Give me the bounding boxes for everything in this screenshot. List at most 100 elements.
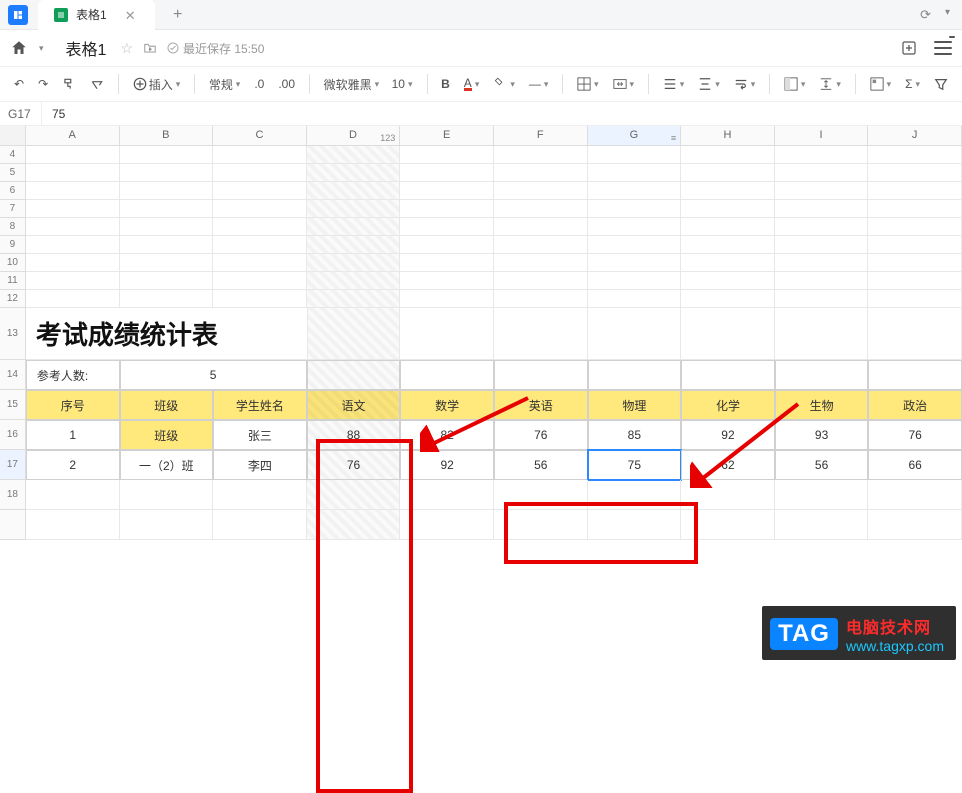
- row-header[interactable]: 12: [0, 290, 26, 308]
- align-h-button[interactable]: ▾: [659, 75, 689, 93]
- cell[interactable]: [400, 308, 494, 360]
- cell[interactable]: [681, 254, 775, 272]
- cell[interactable]: [307, 146, 401, 164]
- clear-format-button[interactable]: [86, 75, 108, 93]
- col-header-cell[interactable]: 英语: [494, 390, 588, 420]
- count-value[interactable]: 5: [120, 360, 307, 390]
- format-painter-button[interactable]: [58, 75, 80, 93]
- font-family-select[interactable]: 微软雅黑▾: [320, 74, 382, 95]
- cell[interactable]: [494, 510, 588, 540]
- data-cell[interactable]: 93: [775, 420, 869, 450]
- cell[interactable]: [775, 182, 869, 200]
- cell[interactable]: [868, 236, 962, 254]
- cell[interactable]: [681, 236, 775, 254]
- col-header-D[interactable]: D123: [307, 126, 401, 145]
- cell[interactable]: [120, 290, 214, 308]
- cell[interactable]: [775, 218, 869, 236]
- cell[interactable]: [775, 254, 869, 272]
- bold-button[interactable]: B: [437, 75, 454, 93]
- font-size-select[interactable]: 10▾: [388, 75, 417, 93]
- cell[interactable]: [307, 290, 401, 308]
- cell[interactable]: [494, 290, 588, 308]
- cell[interactable]: [26, 164, 120, 182]
- table-title[interactable]: 考试成绩统计表: [26, 308, 307, 360]
- cell[interactable]: [681, 200, 775, 218]
- cell[interactable]: [213, 272, 307, 290]
- cell[interactable]: [681, 510, 775, 540]
- sum-button[interactable]: Σ▾: [901, 75, 924, 93]
- data-cell[interactable]: 76: [868, 420, 962, 450]
- cell[interactable]: [213, 182, 307, 200]
- cell[interactable]: [775, 146, 869, 164]
- cell[interactable]: [681, 182, 775, 200]
- share-icon[interactable]: [900, 39, 918, 57]
- cell[interactable]: [120, 164, 214, 182]
- cell[interactable]: [213, 236, 307, 254]
- row-header[interactable]: 9: [0, 236, 26, 254]
- cell[interactable]: [588, 182, 682, 200]
- cell[interactable]: [26, 218, 120, 236]
- filter-button[interactable]: [930, 75, 952, 93]
- cell[interactable]: [588, 146, 682, 164]
- cell[interactable]: [26, 290, 120, 308]
- cell[interactable]: [26, 480, 120, 510]
- count-label[interactable]: 参考人数:: [26, 360, 120, 390]
- data-cell[interactable]: 88: [307, 420, 401, 450]
- star-icon[interactable]: ☆: [120, 40, 133, 57]
- cell[interactable]: [400, 146, 494, 164]
- col-header-cell[interactable]: 物理: [588, 390, 682, 420]
- row-header[interactable]: [0, 510, 26, 540]
- data-cell[interactable]: 92: [400, 450, 494, 480]
- conditional-format-button[interactable]: ▾: [866, 75, 896, 93]
- cell[interactable]: [213, 254, 307, 272]
- cell[interactable]: [26, 236, 120, 254]
- cell[interactable]: [26, 254, 120, 272]
- cell[interactable]: [775, 510, 869, 540]
- data-cell[interactable]: 66: [868, 450, 962, 480]
- cell[interactable]: [775, 360, 869, 390]
- cell[interactable]: [400, 182, 494, 200]
- data-cell[interactable]: 张三: [213, 420, 307, 450]
- select-all-corner[interactable]: [0, 126, 26, 145]
- cell[interactable]: [681, 290, 775, 308]
- cell[interactable]: [26, 510, 120, 540]
- cell[interactable]: [307, 480, 401, 510]
- font-color-button[interactable]: A▾: [460, 76, 484, 93]
- cell[interactable]: [400, 510, 494, 540]
- data-cell[interactable]: 92: [681, 420, 775, 450]
- cell[interactable]: [400, 164, 494, 182]
- cell[interactable]: [213, 146, 307, 164]
- cell[interactable]: [26, 146, 120, 164]
- redo-button[interactable]: ↷: [34, 75, 52, 93]
- cell[interactable]: [588, 254, 682, 272]
- cell[interactable]: [775, 200, 869, 218]
- cell[interactable]: [868, 290, 962, 308]
- cell[interactable]: [120, 200, 214, 218]
- row-header[interactable]: 15: [0, 390, 26, 420]
- cell[interactable]: [213, 290, 307, 308]
- cell[interactable]: [120, 182, 214, 200]
- col-header-G[interactable]: G≡: [588, 126, 682, 145]
- cell[interactable]: [213, 164, 307, 182]
- data-cell[interactable]: 76: [494, 420, 588, 450]
- home-dropdown-icon[interactable]: ▾: [39, 43, 44, 54]
- cell[interactable]: [307, 218, 401, 236]
- cell[interactable]: [494, 308, 588, 360]
- cell[interactable]: [588, 290, 682, 308]
- row-header[interactable]: 8: [0, 218, 26, 236]
- cell[interactable]: [494, 480, 588, 510]
- col-header-cell[interactable]: 政治: [868, 390, 962, 420]
- cell[interactable]: [868, 200, 962, 218]
- cell[interactable]: [494, 182, 588, 200]
- cell[interactable]: [681, 164, 775, 182]
- cell[interactable]: [775, 308, 869, 360]
- cell[interactable]: [400, 218, 494, 236]
- col-header-cell[interactable]: 学生姓名: [213, 390, 307, 420]
- cell[interactable]: [307, 236, 401, 254]
- cell[interactable]: [120, 254, 214, 272]
- freeze-button[interactable]: ▾: [780, 75, 810, 93]
- document-title[interactable]: 表格1: [66, 36, 107, 60]
- cell[interactable]: [494, 146, 588, 164]
- cell[interactable]: [400, 254, 494, 272]
- data-cell[interactable]: 56: [494, 450, 588, 480]
